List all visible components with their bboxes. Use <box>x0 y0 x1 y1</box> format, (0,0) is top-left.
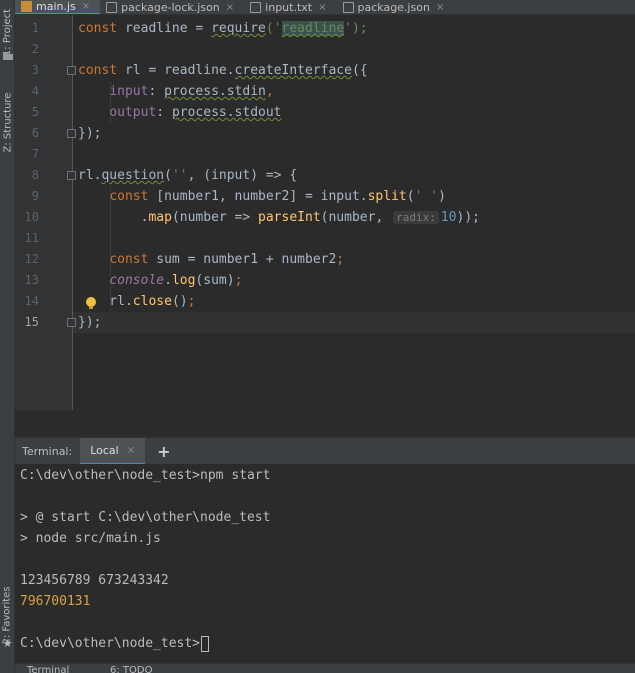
fold-marker-icon[interactable] <box>67 129 76 138</box>
close-icon[interactable]: × <box>436 2 444 13</box>
code-line-13: console.log(sum); <box>109 273 243 288</box>
code-line-1: const readline = require('readline'); <box>78 21 368 36</box>
text-file-icon <box>250 2 262 13</box>
fold-marker-icon[interactable] <box>67 66 76 75</box>
line-number: 4 <box>31 84 39 98</box>
tab-label: input.txt <box>265 1 313 14</box>
line-number: 9 <box>31 189 39 203</box>
line-number: 14 <box>24 294 39 308</box>
terminal-prompt: C:\dev\other\node_test> <box>20 636 201 651</box>
line-number: 3 <box>31 63 39 77</box>
line-number: 1 <box>31 21 39 35</box>
line-number: 13 <box>24 273 39 287</box>
terminal-tab-local[interactable]: Local × <box>80 437 146 465</box>
fold-marker-icon[interactable] <box>67 318 76 327</box>
code-line-3: const rl = readline.createInterface({ <box>78 63 368 78</box>
js-file-icon <box>21 1 32 12</box>
add-terminal-button[interactable]: + <box>157 442 170 461</box>
code-editor[interactable]: 1 2 3 4 5 6 7 8 9 10 11 12 13 14 15 cons… <box>15 15 635 437</box>
terminal-line: C:\dev\other\node_test>npm start <box>20 468 271 483</box>
line-number: 5 <box>31 105 39 119</box>
left-tool-stripe: 1: Project Z: Structure 2: Favorites ★ <box>0 0 15 673</box>
bottom-tool-bar: Terminal 6: TODO <box>15 663 635 673</box>
line-number: 2 <box>31 42 39 56</box>
code-line-8: rl.question('', (input) => { <box>78 168 298 183</box>
terminal-line: > node src/main.js <box>20 531 161 546</box>
line-number: 15 <box>24 315 39 329</box>
json-file-icon <box>342 2 354 13</box>
terminal-output[interactable]: C:\dev\other\node_test>npm start > @ sta… <box>15 464 635 663</box>
json-file-icon <box>106 2 118 13</box>
tab-label: main.js <box>36 0 76 13</box>
terminal-result-line: 796700131 <box>20 594 91 609</box>
todo-tool-button[interactable]: 6: TODO <box>110 665 152 673</box>
terminal-title: Terminal: <box>22 444 73 458</box>
editor-tabs: main.js × package-lock.json × input.txt … <box>15 0 635 15</box>
terminal-prompt-line[interactable]: C:\dev\other\node_test> <box>20 633 210 654</box>
close-icon[interactable]: × <box>82 1 90 12</box>
line-number: 12 <box>24 252 39 266</box>
folder-icon <box>0 50 15 62</box>
terminal-line: 123456789 673243342 <box>20 573 169 588</box>
terminal-line: > @ start C:\dev\other\node_test <box>20 510 271 525</box>
code-line-10: .map(number => parseInt(number, radix: 10… <box>78 210 480 225</box>
close-icon[interactable]: × <box>318 2 326 13</box>
tab-label: package.json <box>357 1 430 14</box>
line-number: 6 <box>31 126 39 140</box>
structure-tool-button[interactable]: Z: Structure <box>0 86 15 158</box>
close-icon[interactable]: × <box>226 2 234 13</box>
code-line-6: }); <box>78 126 102 141</box>
tab-label: package-lock.json <box>121 1 220 14</box>
code-line-4: input: process.stdin, <box>109 84 274 99</box>
code-line-12: const sum = number1 + number2; <box>109 252 345 267</box>
code-line-9: const [number1, number2] = input.split('… <box>109 189 446 204</box>
tab-package-lock-json[interactable]: package-lock.json × <box>100 0 244 14</box>
line-number: 10 <box>24 210 39 224</box>
star-icon: ★ <box>2 636 13 650</box>
terminal-cursor <box>201 635 210 652</box>
code-line-14: rl.close(); <box>78 294 196 309</box>
terminal-tab-label: Local <box>90 443 119 457</box>
code-line-15: }); <box>78 315 102 330</box>
project-tool-label: 1: Project <box>2 8 13 56</box>
code-area[interactable]: const readline = require('readline'); co… <box>78 15 635 410</box>
line-gutter: 1 2 3 4 5 6 7 8 9 10 11 12 13 14 15 <box>15 15 73 410</box>
parameter-hint: radix: <box>393 211 439 224</box>
line-number: 8 <box>31 168 39 182</box>
fold-marker-icon[interactable] <box>67 171 76 180</box>
tab-main-js[interactable]: main.js × <box>15 0 101 14</box>
code-line-5: output: process.stdout <box>109 105 282 120</box>
terminal-tool-button[interactable]: Terminal <box>27 665 69 673</box>
close-icon[interactable]: × <box>127 445 135 456</box>
tab-input-txt[interactable]: input.txt × <box>244 0 336 14</box>
structure-tool-label: Z: Structure <box>2 92 14 152</box>
tab-package-json[interactable]: package.json × <box>337 0 455 14</box>
line-number: 11 <box>24 231 39 245</box>
terminal-toolbar: Terminal: Local × + <box>15 437 635 465</box>
line-number: 7 <box>31 147 39 161</box>
